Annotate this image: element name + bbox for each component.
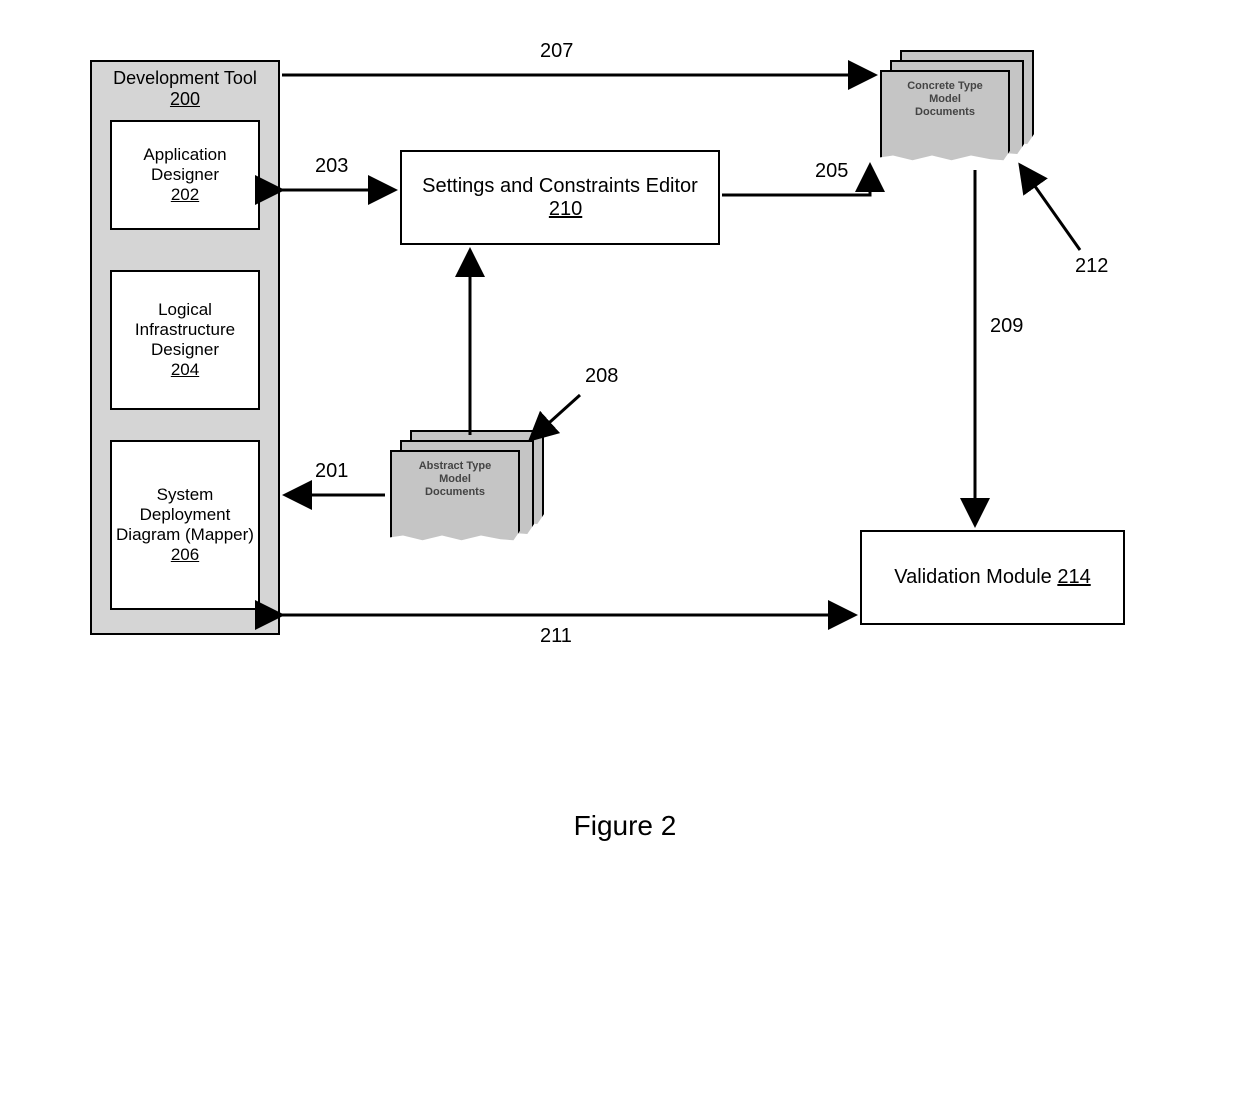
validation-module-box: Validation Module 214 xyxy=(860,530,1125,625)
development-tool-box: Development Tool 200 Application Designe… xyxy=(90,60,280,635)
concrete-docs-line2: Model xyxy=(929,93,961,106)
deployment-title: System Deployment Diagram (Mapper) xyxy=(116,485,254,545)
deployment-box: System Deployment Diagram (Mapper) 206 xyxy=(110,440,260,610)
logical-infra-ref: 204 xyxy=(171,360,199,380)
label-208: 208 xyxy=(585,365,618,388)
figure-title: Figure 2 xyxy=(0,810,1250,842)
settings-editor-ref: 210 xyxy=(549,198,582,220)
label-201: 201 xyxy=(315,460,348,483)
label-203: 203 xyxy=(315,155,348,178)
abstract-docs-line3: Documents xyxy=(425,486,485,499)
app-designer-title: Application Designer xyxy=(116,145,254,185)
label-209: 209 xyxy=(990,315,1023,338)
concrete-docs-stack: Concrete Type Model Documents xyxy=(880,60,1040,180)
validation-title: Validation Module xyxy=(894,566,1052,588)
concrete-docs-line1: Concrete Type xyxy=(907,80,983,93)
logical-infra-title: Logical Infrastructure Designer xyxy=(116,300,254,360)
settings-editor-title: Settings and Constraints Editor xyxy=(422,175,698,197)
label-205: 205 xyxy=(815,160,848,183)
label-212: 212 xyxy=(1075,255,1108,278)
label-207: 207 xyxy=(540,40,573,63)
app-designer-ref: 202 xyxy=(171,185,199,205)
validation-ref: 214 xyxy=(1057,566,1090,588)
application-designer-box: Application Designer 202 xyxy=(110,120,260,230)
abstract-docs-line1: Abstract Type xyxy=(419,460,492,473)
settings-editor-box: Settings and Constraints Editor 210 xyxy=(400,150,720,245)
logical-infra-box: Logical Infrastructure Designer 204 xyxy=(110,270,260,410)
abstract-docs-stack: Abstract Type Model Documents xyxy=(390,440,550,560)
dev-tool-title: Development Tool 200 xyxy=(96,68,274,110)
abstract-docs-line2: Model xyxy=(439,473,471,486)
label-211: 211 xyxy=(540,625,572,648)
concrete-docs-line3: Documents xyxy=(915,106,975,119)
abstract-docs-front: Abstract Type Model Documents xyxy=(390,450,520,545)
concrete-docs-front: Concrete Type Model Documents xyxy=(880,70,1010,165)
deployment-ref: 206 xyxy=(171,545,199,565)
